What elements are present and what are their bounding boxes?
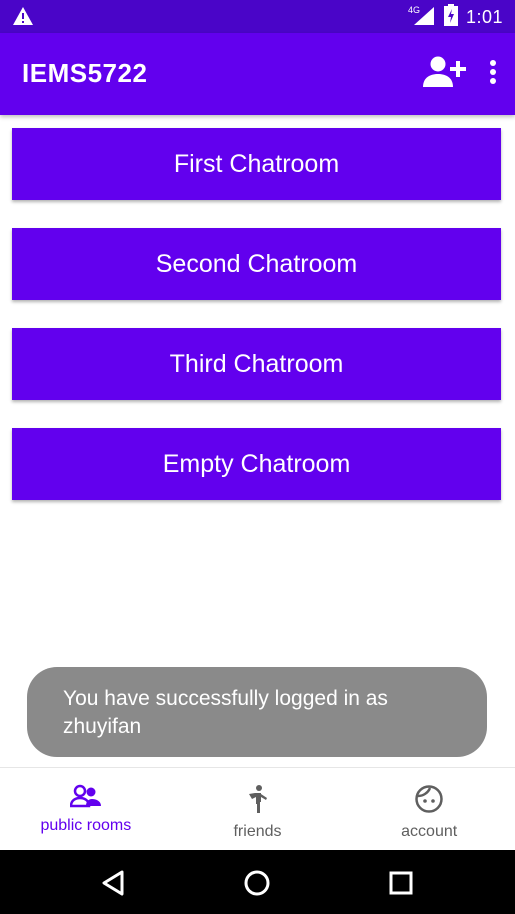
app-actions bbox=[423, 55, 497, 94]
room-list: First Chatroom Second Chatroom Third Cha… bbox=[12, 128, 501, 528]
face-icon bbox=[414, 784, 444, 819]
signal-icon: 4G bbox=[408, 4, 436, 31]
warning-icon bbox=[12, 6, 34, 31]
more-vert-icon[interactable] bbox=[489, 59, 497, 90]
room-button-second[interactable]: Second Chatroom bbox=[12, 228, 501, 300]
app-bar: IEMS5722 bbox=[0, 33, 515, 115]
nav-label-account: account bbox=[401, 823, 458, 840]
room-button-first[interactable]: First Chatroom bbox=[12, 128, 501, 200]
room-button-third[interactable]: Third Chatroom bbox=[12, 328, 501, 400]
nav-item-public-rooms[interactable]: public rooms bbox=[0, 768, 172, 851]
person-walking-icon bbox=[246, 784, 270, 819]
nav-item-account[interactable]: account bbox=[343, 768, 515, 851]
add-person-icon[interactable] bbox=[423, 55, 467, 94]
people-icon bbox=[69, 784, 102, 813]
status-time: 1:01 bbox=[465, 7, 503, 27]
app-title: IEMS5722 bbox=[22, 58, 148, 88]
nav-item-friends[interactable]: friends bbox=[172, 768, 344, 851]
network-type-label: 4G bbox=[408, 5, 420, 15]
login-toast: You have successfully logged in as zhuyi… bbox=[27, 667, 487, 757]
nav-label-friends: friends bbox=[233, 823, 282, 840]
nav-label-public-rooms: public rooms bbox=[40, 817, 132, 834]
room-button-empty[interactable]: Empty Chatroom bbox=[12, 428, 501, 500]
recents-icon[interactable] bbox=[388, 869, 414, 902]
bottom-nav: public rooms friends account bbox=[0, 767, 515, 851]
battery-icon bbox=[443, 4, 458, 31]
home-icon[interactable] bbox=[243, 869, 271, 902]
system-nav-bar bbox=[0, 850, 515, 914]
status-indicators: 4G 1:01 bbox=[408, 4, 503, 31]
back-icon[interactable] bbox=[100, 869, 126, 902]
status-bar: 4G 1:01 bbox=[0, 0, 515, 33]
